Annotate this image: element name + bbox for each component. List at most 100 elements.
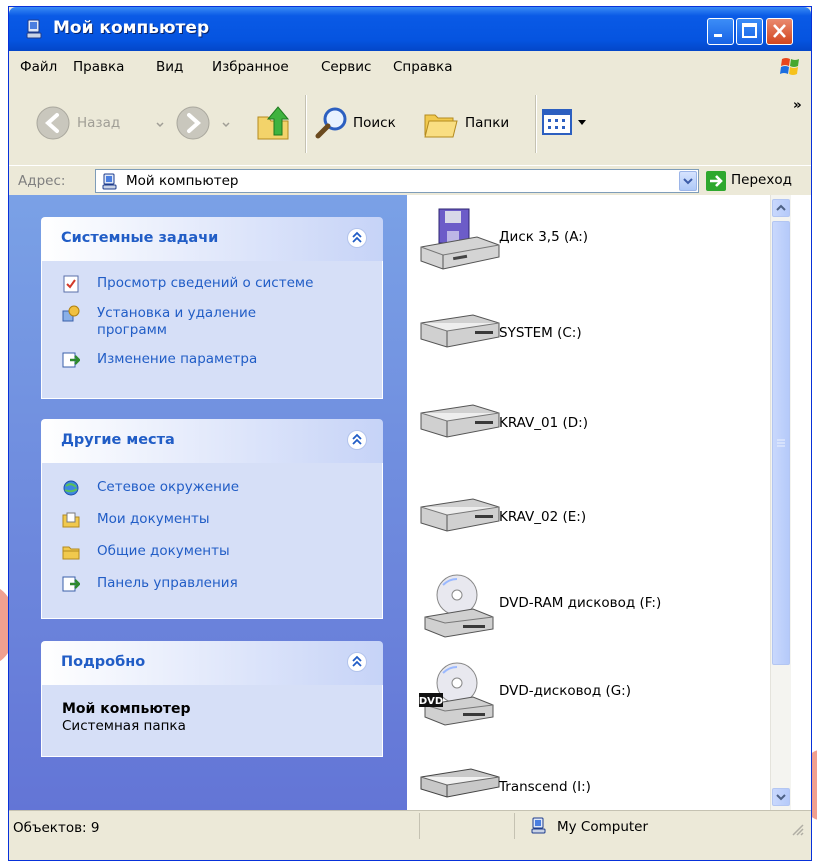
drive-label: KRAV_02 (E:) (499, 509, 587, 525)
task-label: Изменение параметра (97, 351, 258, 367)
add-remove-programs-icon (62, 305, 80, 322)
search-label: Поиск (353, 115, 396, 131)
double-chevron-up-icon (352, 655, 362, 667)
scroll-thumb[interactable] (772, 221, 790, 665)
minimize-icon (714, 34, 722, 37)
main-content: Системные задачи Просмотр сведений о сис… (9, 195, 811, 810)
system-tasks-header[interactable]: Системные задачи (41, 217, 383, 261)
dvd-badge: DVD (419, 696, 443, 707)
close-icon (773, 24, 786, 38)
status-location-label: My Computer (557, 819, 649, 835)
menu-favorites[interactable]: Избранное (212, 59, 289, 75)
hard-drive-icon (420, 404, 500, 438)
drive-item[interactable]: DVD-RAM дисковод (F:) (417, 573, 787, 639)
drive-label: KRAV_01 (D:) (499, 415, 588, 431)
menu-edit[interactable]: Правка (73, 59, 124, 75)
folders-icon (424, 114, 458, 138)
forward-button[interactable] (175, 105, 241, 145)
details-name: Мой компьютер (62, 701, 191, 717)
grip-icon (777, 439, 785, 447)
collapse-button[interactable] (347, 652, 367, 672)
address-bar: Адрес: Мой компьютер Переход (9, 165, 811, 196)
status-location: My Computer (514, 813, 792, 839)
folders-button[interactable]: Папки (423, 105, 533, 145)
drive-label: DVD-дисковод (G:) (499, 683, 631, 699)
collapse-button[interactable] (347, 228, 367, 248)
other-places-header[interactable]: Другие места (41, 419, 383, 463)
drive-item[interactable]: SYSTEM (C:) (417, 301, 787, 367)
minimize-button[interactable] (707, 18, 734, 45)
menu-view[interactable]: Вид (156, 59, 183, 75)
details-type: Системная папка (62, 718, 186, 734)
my-computer-icon (26, 19, 42, 39)
double-chevron-up-icon (352, 433, 362, 445)
chevron-down-icon (776, 794, 786, 801)
views-button[interactable] (542, 109, 604, 141)
dvd-ram-drive-icon (424, 574, 494, 638)
my-computer-icon (531, 817, 546, 834)
system-tasks-panel: Системные задачи Просмотр сведений о сис… (41, 217, 383, 399)
menu-bar: Файл Правка Вид Избранное Сервис Справка (9, 51, 811, 84)
drive-label: SYSTEM (C:) (499, 325, 582, 341)
network-icon (63, 480, 79, 496)
place-label: Мои документы (97, 511, 210, 527)
toolbar: Назад Поиск Папки » (9, 83, 811, 166)
search-button[interactable]: Поиск (313, 105, 413, 145)
collapse-button[interactable] (347, 430, 367, 450)
go-label: Переход (731, 172, 792, 188)
scroll-down-button[interactable] (772, 788, 790, 806)
system-info-icon (63, 275, 79, 293)
other-places-body: Сетевое окружение Мои документы Общие до… (41, 463, 383, 619)
go-button[interactable]: Переход (703, 169, 811, 193)
views-dropdown-icon (578, 120, 586, 125)
drive-item[interactable]: KRAV_01 (D:) (417, 391, 787, 457)
panel-title: Подробно (61, 654, 146, 670)
floppy-drive-icon (420, 208, 500, 270)
address-dropdown-button[interactable] (679, 171, 697, 191)
resize-grip-icon[interactable] (791, 823, 805, 837)
menu-tools[interactable]: Сервис (321, 59, 371, 75)
details-panel: Подробно Мой компьютер Системная папка (41, 641, 383, 757)
address-value: Мой компьютер (126, 173, 239, 189)
details-body: Мой компьютер Системная папка (41, 685, 383, 757)
task-pane: Системные задачи Просмотр сведений о сис… (9, 195, 407, 810)
address-label: Адрес: (18, 173, 66, 189)
title-bar[interactable]: Мой компьютер (9, 7, 811, 51)
back-dropdown-icon (156, 122, 164, 128)
back-arrow-icon (36, 106, 70, 140)
up-folder-icon[interactable] (254, 103, 294, 143)
maximize-button[interactable] (736, 18, 763, 45)
forward-arrow-icon (176, 106, 210, 140)
toolbar-overflow-chevron[interactable]: » (793, 97, 802, 113)
object-count: Объектов: 9 (13, 820, 100, 836)
drive-item[interactable]: KRAV_02 (E:) (417, 485, 787, 551)
windows-logo-icon (780, 58, 799, 75)
status-bar: Объектов: 9 My Computer (9, 810, 811, 860)
back-label: Назад (77, 115, 121, 131)
scroll-up-button[interactable] (772, 199, 790, 217)
go-arrow-icon (706, 171, 726, 191)
address-field[interactable]: Мой компьютер (95, 169, 699, 193)
vertical-scrollbar[interactable] (770, 195, 791, 810)
folders-label: Папки (465, 115, 510, 131)
status-separator (419, 813, 420, 839)
maximize-icon (742, 23, 757, 38)
drive-item[interactable]: Диск 3,5 (A:) (417, 207, 787, 273)
drive-label: Диск 3,5 (A:) (499, 229, 589, 245)
my-computer-icon (102, 173, 117, 190)
hard-drive-icon (420, 314, 500, 348)
my-documents-icon (62, 512, 80, 528)
menu-help[interactable]: Справка (393, 59, 452, 75)
drive-label: DVD-RAM дисковод (F:) (499, 595, 662, 611)
task-label: Просмотр сведений о системе (97, 275, 314, 291)
task-label: Установка и удаление (97, 305, 257, 321)
search-icon (315, 107, 347, 139)
details-header[interactable]: Подробно (41, 641, 383, 685)
drive-label: Transcend (I:) (499, 779, 591, 795)
panel-title: Другие места (61, 432, 175, 448)
menu-file[interactable]: Файл (20, 59, 57, 75)
drive-item[interactable]: DVD DVD-дисковод (G:) (417, 661, 787, 727)
close-button[interactable] (766, 18, 793, 45)
place-label: Сетевое окружение (97, 479, 240, 495)
back-button[interactable]: Назад (35, 105, 165, 145)
